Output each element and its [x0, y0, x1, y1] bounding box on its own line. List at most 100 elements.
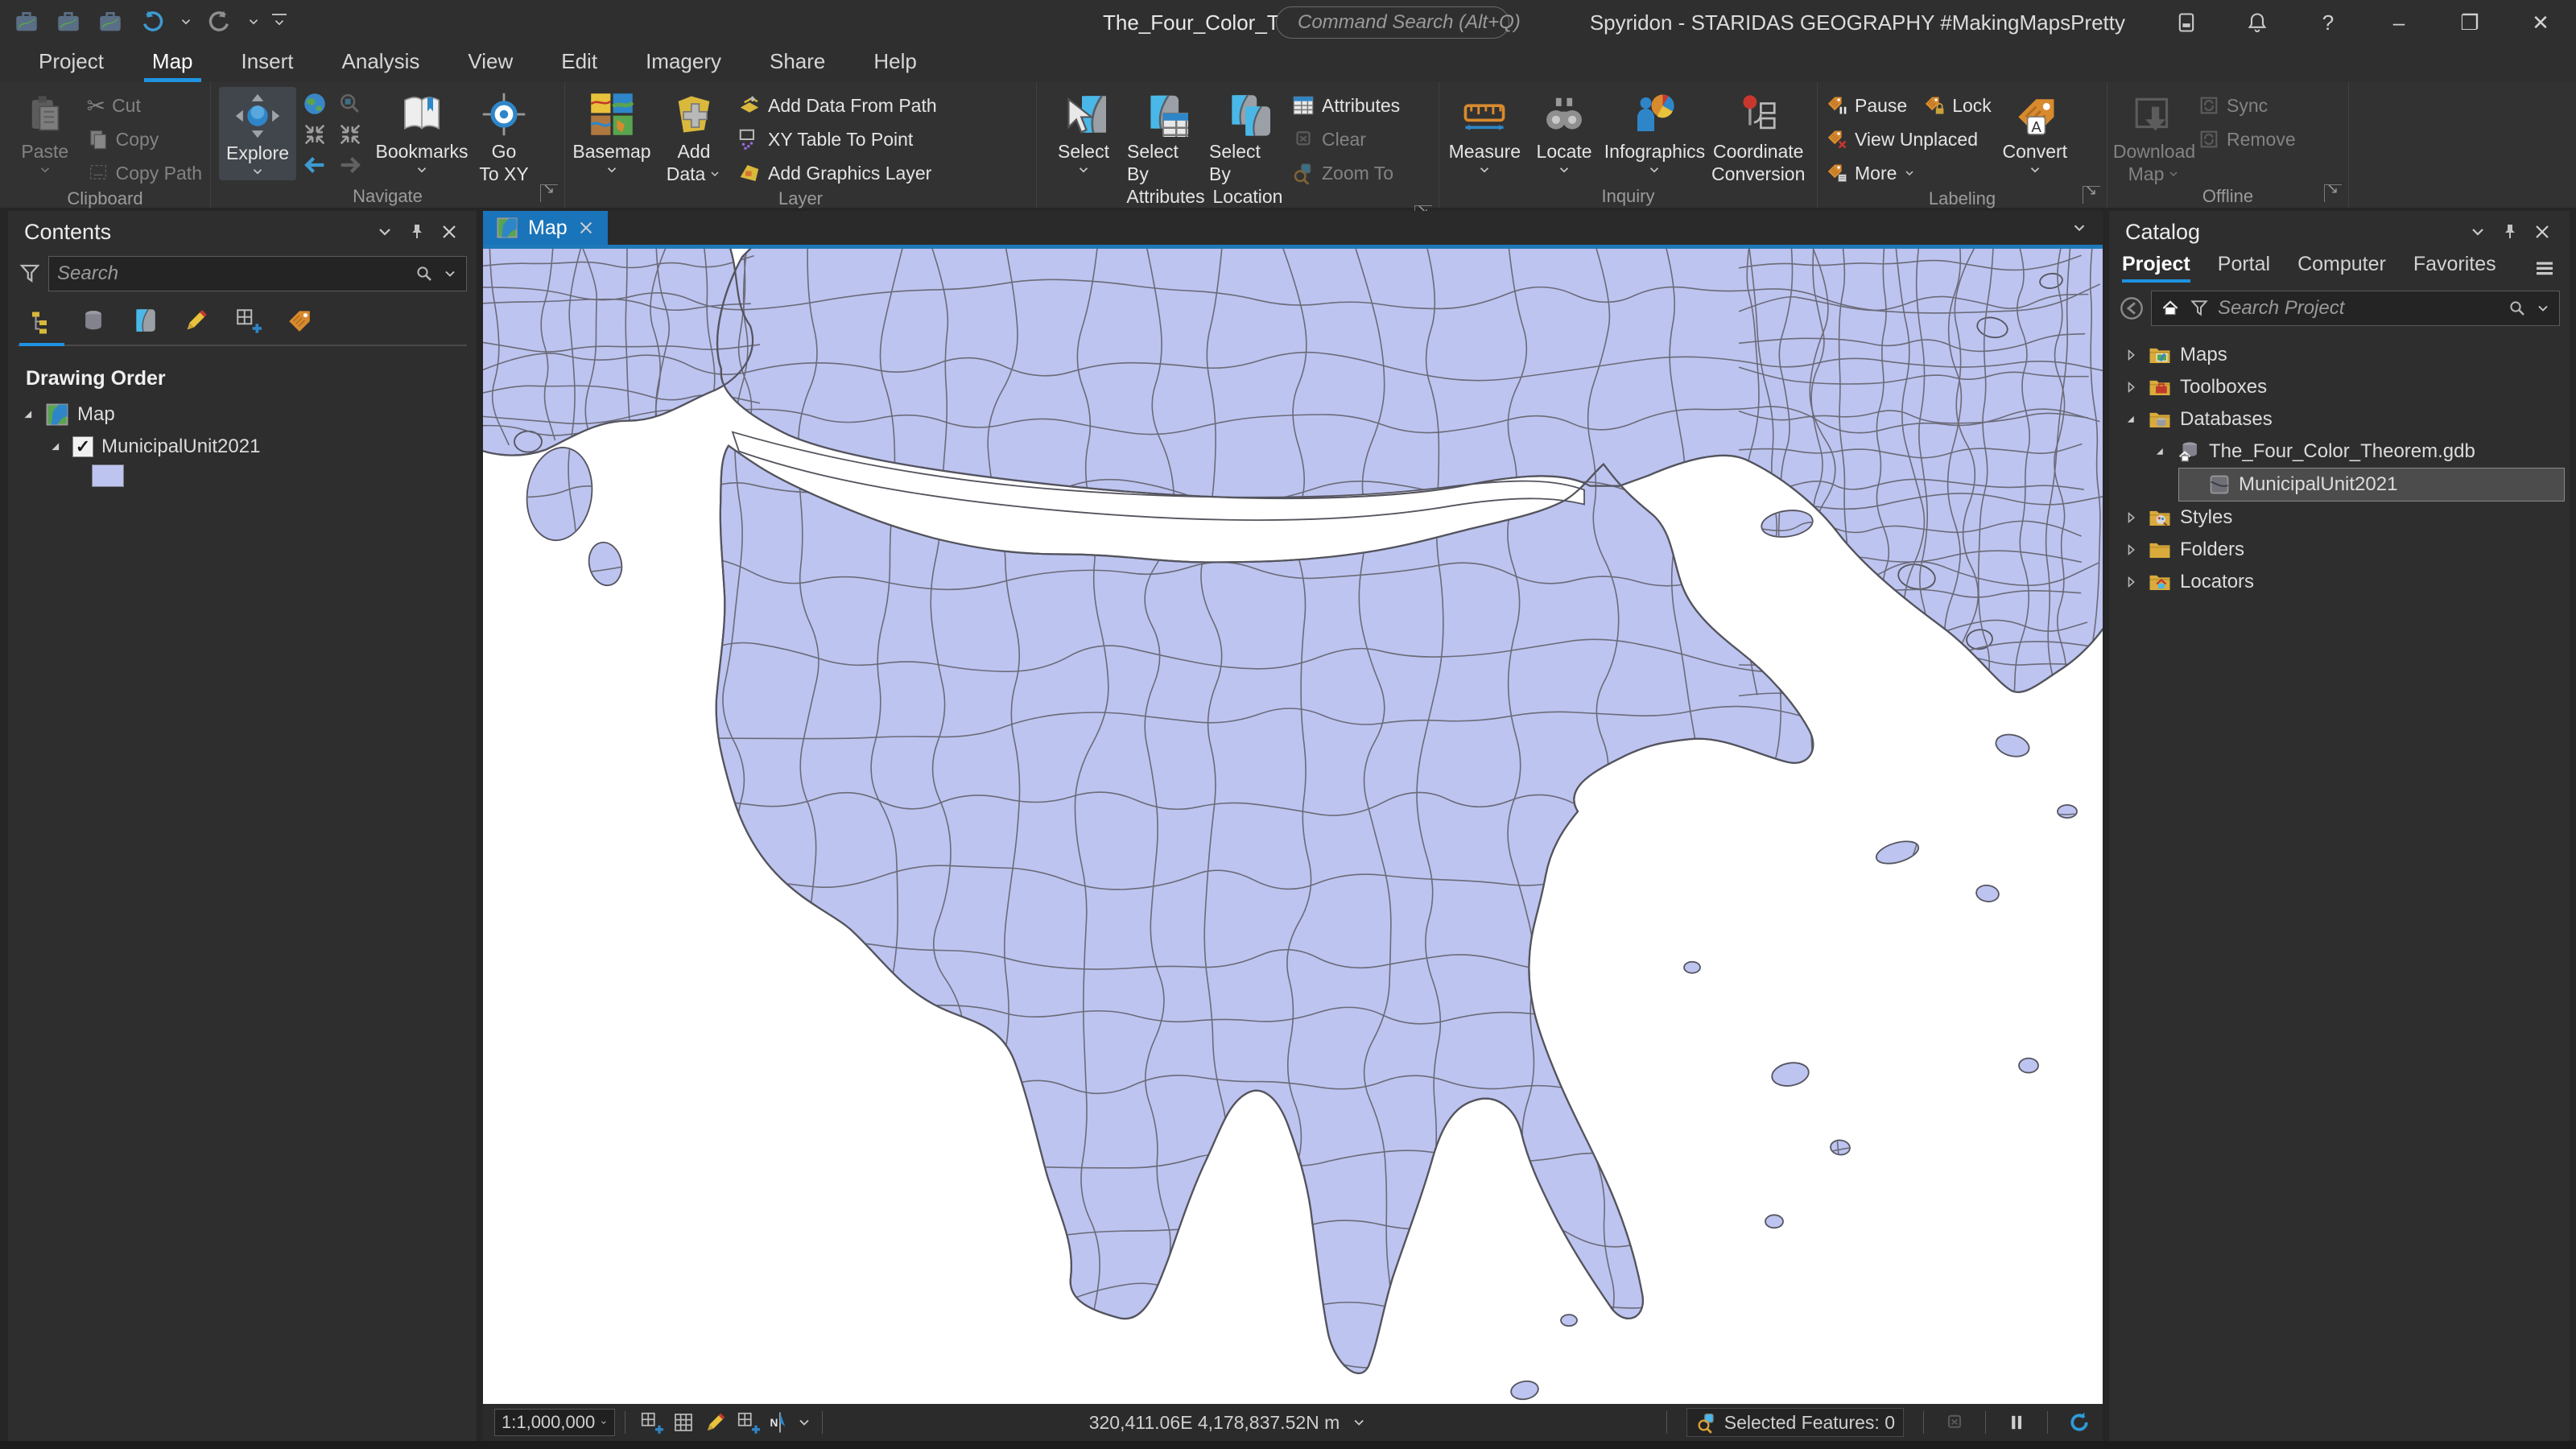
tab-analysis[interactable]: Analysis — [321, 44, 441, 82]
list-by-labeling-icon[interactable] — [277, 303, 322, 338]
expand-icon[interactable] — [2122, 347, 2140, 363]
view-tabs-chevron-icon[interactable] — [2070, 219, 2088, 237]
layer-visibility-checkbox[interactable]: ✓ — [72, 436, 93, 457]
refresh-icon[interactable] — [2067, 1410, 2091, 1435]
select-button[interactable]: Select — [1045, 87, 1122, 177]
navigate-launcher-icon[interactable] — [540, 184, 558, 202]
clear-selection-button[interactable]: Clear — [1291, 124, 1400, 155]
map-canvas[interactable] — [483, 249, 2103, 1404]
basemap-button[interactable]: Basemap — [573, 87, 650, 177]
list-by-selection-icon[interactable] — [122, 303, 167, 338]
label-pause-button[interactable]: Pause — [1826, 90, 1907, 121]
catalog-menu-icon[interactable] — [2533, 256, 2557, 280]
contents-close-icon[interactable] — [433, 217, 465, 246]
label-lock-button[interactable]: Lock — [1923, 90, 1992, 121]
map-view-tab[interactable]: Map — [483, 211, 608, 245]
fixed-zoom-out-icon[interactable] — [336, 121, 364, 148]
catalog-search-input[interactable]: Search Project — [2151, 291, 2560, 326]
catalog-item-locators[interactable]: Locators — [2109, 566, 2570, 598]
copy-button[interactable]: Copy — [87, 124, 202, 155]
expand-icon[interactable] — [2122, 510, 2140, 526]
download-map-button[interactable]: Download Map — [2116, 87, 2193, 185]
labeling-launcher-icon[interactable] — [2083, 186, 2100, 204]
go-to-xy-button[interactable]: Go To XY — [465, 87, 543, 185]
customize-qat-icon[interactable] — [272, 14, 287, 30]
map-scale-select[interactable]: 1:1,000,000 — [494, 1409, 615, 1436]
rotation-chevron-icon[interactable] — [796, 1414, 812, 1430]
restore-button[interactable]: ❐ — [2434, 0, 2505, 45]
tab-view[interactable]: View — [447, 44, 534, 82]
collapse-icon[interactable] — [2122, 411, 2140, 427]
new-map-grid-icon[interactable] — [635, 1410, 667, 1435]
close-button[interactable]: ✕ — [2505, 0, 2576, 45]
tab-help[interactable]: Help — [852, 44, 937, 82]
catalog-tab-favorites[interactable]: Favorites — [2413, 253, 2496, 283]
help-icon[interactable]: ? — [2293, 0, 2363, 45]
clear-selection-status-icon[interactable] — [1943, 1411, 1966, 1434]
tab-project[interactable]: Project — [18, 44, 125, 82]
catalog-filter-icon[interactable] — [2189, 298, 2210, 319]
edit-sketch-icon[interactable] — [700, 1410, 732, 1435]
notifications-icon[interactable] — [2222, 0, 2293, 45]
catalog-search-chevron-icon[interactable] — [2535, 300, 2551, 316]
labeling-more-button[interactable]: More — [1826, 158, 1992, 188]
contents-layer-row[interactable]: ✓ MunicipalUnit2021 — [8, 431, 477, 463]
measure-button[interactable]: Measure — [1447, 87, 1522, 177]
remove-button[interactable]: Remove — [2198, 124, 2296, 155]
zoom-to-button[interactable]: Zoom To — [1291, 158, 1400, 188]
selected-features-indicator[interactable]: Selected Features: 0 — [1686, 1408, 1904, 1437]
explore-button[interactable]: Explore — [219, 87, 296, 180]
list-by-data-source-icon[interactable] — [71, 303, 116, 338]
open-project-icon[interactable] — [53, 6, 84, 37]
undo-chevron-icon[interactable] — [179, 14, 193, 29]
contents-menu-chevron-icon[interactable] — [369, 217, 401, 246]
attribute-table-icon[interactable] — [667, 1410, 700, 1435]
catalog-item-maps[interactable]: Maps — [2109, 339, 2570, 371]
view-unplaced-button[interactable]: View Unplaced — [1826, 124, 1992, 155]
expand-icon[interactable] — [47, 438, 64, 456]
catalog-tab-project[interactable]: Project — [2122, 253, 2190, 283]
sync-button[interactable]: Sync — [2198, 90, 2296, 121]
tab-map[interactable]: Map — [131, 44, 214, 82]
catalog-tab-computer[interactable]: Computer — [2297, 253, 2386, 283]
catalog-close-icon[interactable] — [2526, 217, 2558, 246]
bookmarks-button[interactable]: Bookmarks — [383, 87, 460, 177]
catalog-home-icon[interactable] — [2160, 298, 2181, 319]
next-extent-icon[interactable] — [336, 151, 364, 179]
full-extent-icon[interactable] — [301, 90, 328, 118]
xy-table-to-point-button[interactable]: XY Table To Point — [737, 124, 937, 155]
cut-button[interactable]: ✂Cut — [87, 90, 202, 121]
catalog-menu-chevron-icon[interactable] — [2462, 217, 2494, 246]
catalog-back-icon[interactable] — [2119, 295, 2145, 321]
catalog-item-databases[interactable]: Databases — [2109, 403, 2570, 436]
catalog-item-toolboxes[interactable]: Toolboxes — [2109, 371, 2570, 403]
contents-search-input[interactable]: Search — [48, 256, 467, 291]
coordinate-readout[interactable]: 320,411.06E 4,178,837.52N m — [1089, 1412, 1368, 1434]
tab-edit[interactable]: Edit — [540, 44, 618, 82]
layer-symbol-swatch[interactable] — [92, 464, 124, 487]
list-by-snapping-icon[interactable] — [225, 303, 270, 338]
zoom-selection-icon[interactable] — [336, 90, 364, 118]
contents-filter-icon[interactable] — [18, 262, 42, 286]
signed-in-account[interactable]: Spyridon - STARIDAS GEOGRAPHY #MakingMap… — [1590, 0, 2125, 45]
redo-icon[interactable] — [204, 6, 235, 37]
offline-launcher-icon[interactable] — [2324, 184, 2342, 202]
list-by-editing-icon[interactable] — [174, 303, 219, 338]
expand-icon[interactable] — [2122, 574, 2140, 590]
add-data-from-path-button[interactable]: Add Data From Path — [737, 90, 937, 121]
copy-path-button[interactable]: Copy Path — [87, 158, 202, 188]
north-rotation-icon[interactable] — [764, 1410, 796, 1435]
minimize-button[interactable]: – — [2363, 0, 2434, 45]
select-by-attributes-button[interactable]: Select By Attributes — [1127, 87, 1204, 208]
contents-map-row[interactable]: Map — [8, 398, 477, 431]
add-graphics-layer-button[interactable]: Add Graphics Layer — [737, 158, 937, 188]
catalog-item-styles[interactable]: Styles — [2109, 502, 2570, 534]
snapping-toggle-icon[interactable] — [732, 1410, 764, 1435]
convert-labels-button[interactable]: A Convert — [1996, 87, 2074, 177]
paste-button[interactable]: Paste — [8, 87, 82, 177]
list-by-drawing-order-icon[interactable] — [19, 303, 64, 338]
locate-button[interactable]: Locate — [1527, 87, 1602, 177]
command-search[interactable]: Command Search (Alt+Q) — [1276, 6, 1509, 39]
catalog-item-gdb[interactable]: The_Four_Color_Theorem.gdb — [2109, 436, 2570, 468]
infographics-button[interactable]: Infographics — [1606, 87, 1703, 177]
